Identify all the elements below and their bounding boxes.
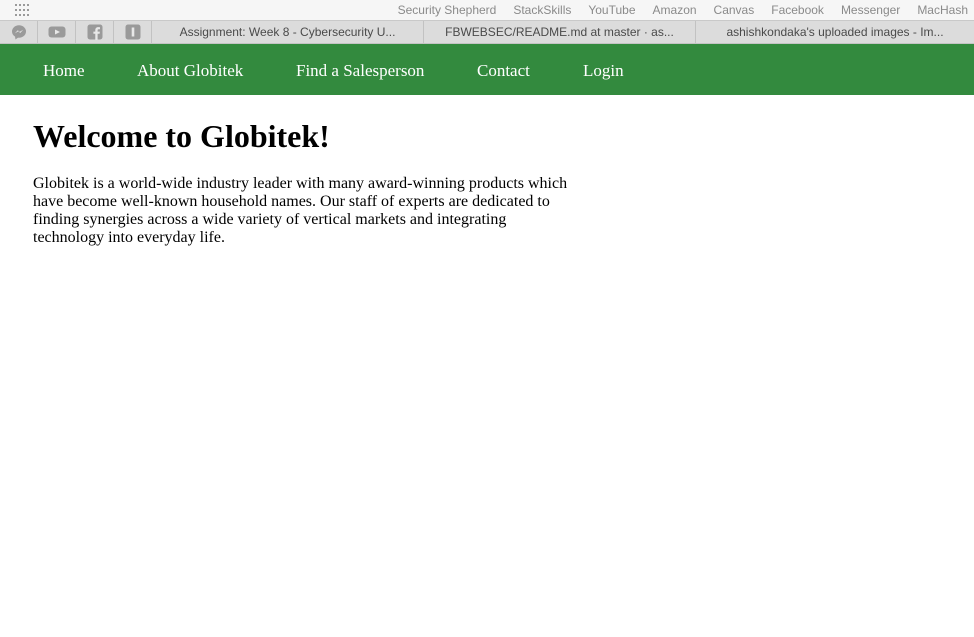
nav-home-link[interactable]: Home	[43, 61, 85, 81]
pinned-tab-messenger[interactable]	[0, 21, 38, 43]
nav-login-link[interactable]: Login	[583, 61, 624, 81]
pinned-tab-facebook[interactable]	[76, 21, 114, 43]
youtube-icon	[48, 26, 65, 38]
bookmark-list: Security Shepherd StackSkills YouTube Am…	[381, 0, 968, 20]
pinned-tab-instapaper[interactable]	[114, 21, 152, 43]
tab-uploaded-images[interactable]: ashishkondaka's uploaded images - Im...	[696, 21, 974, 43]
bookmark-facebook[interactable]: Facebook	[771, 3, 824, 17]
tab-assignment[interactable]: Assignment: Week 8 - Cybersecurity U...	[152, 21, 424, 43]
nav-about-link[interactable]: About Globitek	[137, 61, 243, 81]
intro-paragraph: Globitek is a world-wide industry leader…	[33, 175, 568, 246]
facebook-icon	[87, 24, 102, 40]
apps-grid-icon[interactable]	[15, 4, 31, 16]
instapaper-icon	[125, 24, 140, 40]
bookmark-amazon[interactable]: Amazon	[653, 3, 697, 17]
bookmark-stackskills[interactable]: StackSkills	[513, 3, 571, 17]
bookmark-machash[interactable]: MacHash	[917, 3, 968, 17]
tab-strip: Assignment: Week 8 - Cybersecurity U... …	[0, 20, 974, 44]
bookmarks-bar: Security Shepherd StackSkills YouTube Am…	[0, 0, 974, 20]
pinned-tab-youtube[interactable]	[38, 21, 76, 43]
bookmark-youtube[interactable]: YouTube	[588, 3, 635, 17]
tab-readme[interactable]: FBWEBSEC/README.md at master · as...	[424, 21, 696, 43]
bookmark-canvas[interactable]: Canvas	[714, 3, 755, 17]
bookmark-security-shepherd[interactable]: Security Shepherd	[398, 3, 497, 17]
messenger-icon	[11, 25, 26, 40]
main-content: Welcome to Globitek! Globitek is a world…	[33, 95, 573, 247]
bookmark-messenger[interactable]: Messenger	[841, 3, 900, 17]
site-nav: Home About Globitek Find a Salesperson C…	[0, 44, 974, 95]
nav-find-salesperson-link[interactable]: Find a Salesperson	[296, 61, 424, 81]
nav-contact-link[interactable]: Contact	[477, 61, 530, 81]
page-title: Welcome to Globitek!	[33, 118, 330, 154]
